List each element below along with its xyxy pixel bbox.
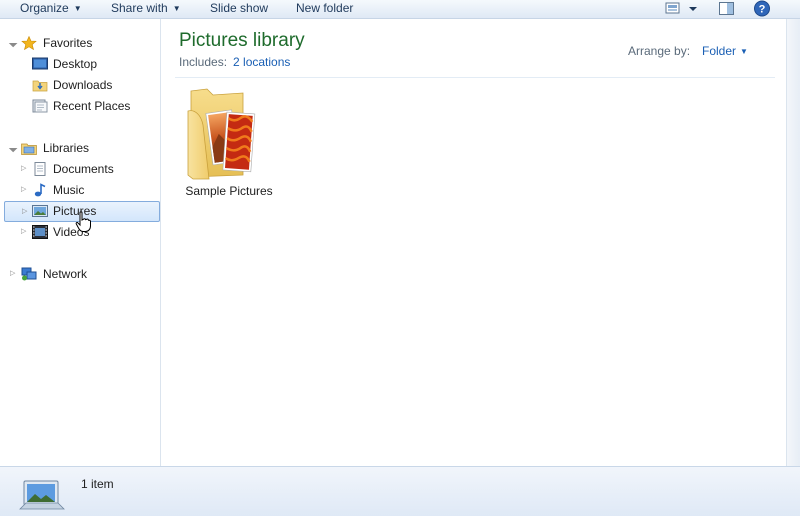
- includes-label: Includes:: [179, 55, 228, 69]
- organize-label: Organize: [20, 1, 69, 15]
- sidebar-item-label: Network: [43, 267, 88, 281]
- libraries-icon: [21, 143, 37, 155]
- pictures-icon: [32, 205, 48, 217]
- svg-text:?: ?: [759, 4, 766, 16]
- sidebar-item-label: Documents: [53, 162, 114, 176]
- help-icon: ?: [754, 0, 770, 17]
- library-includes: Includes: 2 locations: [179, 55, 290, 69]
- content-pane: Pictures library Includes: 2 locations Ar…: [161, 19, 786, 466]
- sidebar-item-recent-places[interactable]: Recent Places: [4, 96, 158, 116]
- navigation-pane: ◢ Favorites Desktop Downloads Recent Pla…: [0, 19, 161, 466]
- sidebar-item-label: Favorites: [43, 36, 93, 50]
- folder-icon: [187, 88, 256, 180]
- sidebar-item-downloads[interactable]: Downloads: [4, 75, 158, 95]
- chevron-down-icon: ▼: [172, 4, 181, 13]
- collapsed-arrow-icon[interactable]: ▷: [21, 222, 26, 242]
- command-bar: Organize ▼ Share with ▼ Slide show New fol…: [0, 0, 800, 19]
- help-button[interactable]: ?: [753, 0, 771, 20]
- folder-item-sample-pictures[interactable]: Sample Pictures: [181, 85, 277, 205]
- documents-icon: [34, 162, 46, 176]
- sidebar-item-label: Libraries: [43, 141, 90, 155]
- music-icon: [34, 183, 46, 197]
- expanded-arrow-icon[interactable]: ◢: [4, 139, 22, 157]
- slide-show-button[interactable]: Slide show: [210, 1, 268, 16]
- sidebar-item-libraries[interactable]: ◢ Libraries: [4, 138, 158, 158]
- arrange-by-label: Arrange by:: [628, 44, 691, 58]
- organize-button[interactable]: Organize ▼: [20, 1, 82, 16]
- page-title: Pictures library: [179, 30, 305, 51]
- sidebar-item-music[interactable]: ▷ Music: [4, 180, 158, 200]
- arrange-by-value: Folder: [702, 44, 737, 58]
- folder-label: Sample Pictures: [185, 184, 273, 198]
- locations-link[interactable]: 2 locations: [233, 55, 290, 69]
- arrange-by-dropdown[interactable]: Folder ▼: [702, 44, 748, 58]
- share-with-button[interactable]: Share with ▼: [111, 1, 181, 16]
- details-pane: 1 item: [0, 466, 800, 516]
- scrollbar-track[interactable]: [786, 19, 800, 466]
- videos-icon: [32, 225, 48, 239]
- collapsed-arrow-icon[interactable]: ▷: [21, 180, 26, 200]
- sidebar-item-network[interactable]: ▷ Network: [4, 264, 158, 284]
- share-with-label: Share with: [111, 1, 168, 15]
- header-divider: [175, 77, 775, 78]
- recent-places-icon: [32, 99, 48, 113]
- downloads-folder-icon: [32, 80, 48, 92]
- chevron-down-icon: ▼: [740, 47, 748, 56]
- preview-pane-icon: [719, 2, 734, 15]
- sidebar-item-favorites[interactable]: ◢ Favorites: [4, 33, 158, 53]
- collapsed-arrow-icon[interactable]: ▷: [10, 264, 15, 284]
- sidebar-item-label: Music: [53, 183, 85, 197]
- network-icon: [21, 267, 37, 281]
- desktop-icon: [32, 57, 48, 70]
- collapsed-arrow-icon[interactable]: ▷: [21, 159, 26, 179]
- new-folder-button[interactable]: New folder: [296, 1, 353, 16]
- hand-cursor-icon: [75, 211, 91, 232]
- sidebar-item-label: Desktop: [53, 57, 98, 71]
- collapsed-arrow-icon[interactable]: ▷: [22, 202, 27, 221]
- library-thumbnail-icon: [19, 480, 65, 510]
- sidebar-item-label: Recent Places: [53, 99, 131, 113]
- change-view-button[interactable]: [664, 0, 704, 20]
- chevron-down-icon: ▼: [73, 4, 82, 13]
- preview-pane-button[interactable]: [718, 0, 736, 20]
- star-icon: [21, 36, 37, 50]
- expanded-arrow-icon[interactable]: ◢: [4, 34, 22, 52]
- sidebar-item-label: Downloads: [53, 78, 113, 92]
- sidebar-item-desktop[interactable]: Desktop: [4, 54, 158, 74]
- view-icon: [665, 2, 697, 14]
- item-count: 1 item: [81, 477, 114, 491]
- sidebar-item-documents[interactable]: ▷ Documents: [4, 159, 158, 179]
